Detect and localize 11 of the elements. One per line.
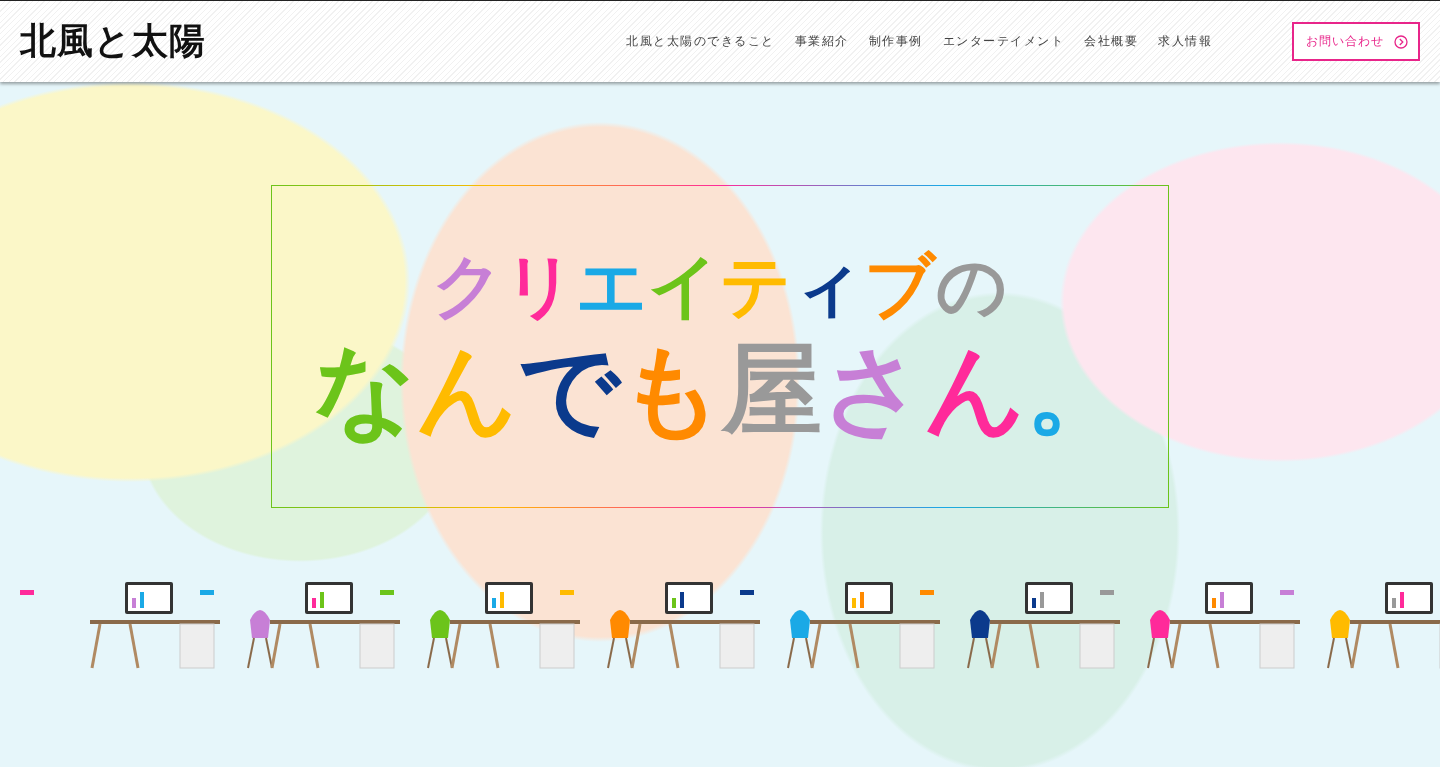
nav-link[interactable]: 事業紹介 xyxy=(794,33,849,50)
nav-link[interactable]: 制作事例 xyxy=(868,33,923,50)
nav-link[interactable]: 会社概要 xyxy=(1084,33,1138,50)
contact-button[interactable]: お問い合わせ xyxy=(1292,22,1420,61)
hero-title: なんでも屋さん。 xyxy=(314,335,1126,445)
site-logo[interactable]: 北風と太陽 xyxy=(20,17,206,66)
nav-link[interactable]: エンターテイメント xyxy=(942,33,1064,50)
nav-link[interactable]: 求人情報 xyxy=(1158,33,1212,50)
nav-link[interactable]: 北風と太陽のできること xyxy=(626,33,775,50)
hero-title: クリエイティブの xyxy=(432,248,1008,325)
arrow-circle-icon xyxy=(1394,34,1408,49)
